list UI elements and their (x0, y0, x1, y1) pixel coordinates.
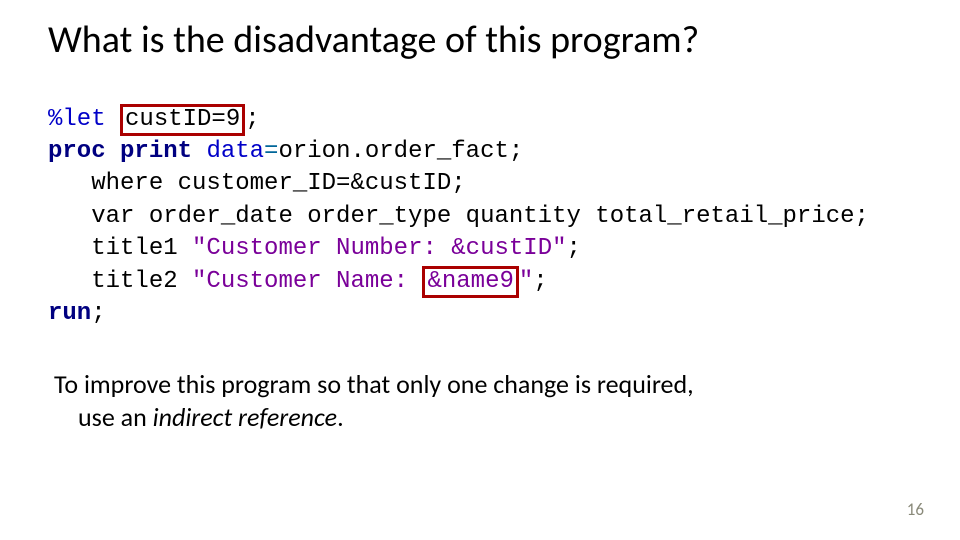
code-line: where customer_ID=&custID; (48, 170, 466, 197)
code-string: " (519, 268, 533, 295)
slide: What is the disadvantage of this program… (0, 0, 960, 540)
body-line1: To improve this program so that only one… (54, 368, 694, 400)
body-text-italic: indirect reference (153, 401, 337, 433)
highlight-box-custid: custID=9 (120, 104, 245, 136)
code-string: "Customer Name: (192, 268, 422, 295)
slide-title: What is the disadvantage of this program… (48, 18, 920, 64)
code-text: ; (91, 300, 105, 327)
code-kw-data: data (206, 138, 264, 165)
code-block: %let custID=9; proc print data=orion.ord… (48, 104, 920, 331)
code-line: var order_date order_type quantity total… (48, 203, 869, 230)
code-kw-proc: proc (48, 138, 106, 165)
code-text: title2 (48, 268, 192, 295)
page-number: 16 (907, 499, 924, 520)
code-eq: = (264, 138, 278, 165)
body-text-part: use an (78, 401, 153, 433)
highlight-box-name9: &name9 (422, 266, 518, 298)
code-text: ; (567, 235, 581, 262)
code-text: ; (533, 268, 547, 295)
code-kw-let: %let (48, 106, 106, 133)
body-line2: use an indirect reference. (54, 401, 900, 434)
code-text: orion.order_fact; (278, 138, 523, 165)
code-text: title1 (48, 235, 192, 262)
code-string: "Customer Number: &custID" (192, 235, 566, 262)
code-kw-print: print (120, 138, 192, 165)
body-text: To improve this program so that only one… (48, 368, 920, 433)
body-text-part: . (337, 401, 344, 433)
code-kw-run: run (48, 300, 91, 327)
code-string: &name9 (427, 268, 513, 295)
code-text: ; (245, 106, 259, 133)
